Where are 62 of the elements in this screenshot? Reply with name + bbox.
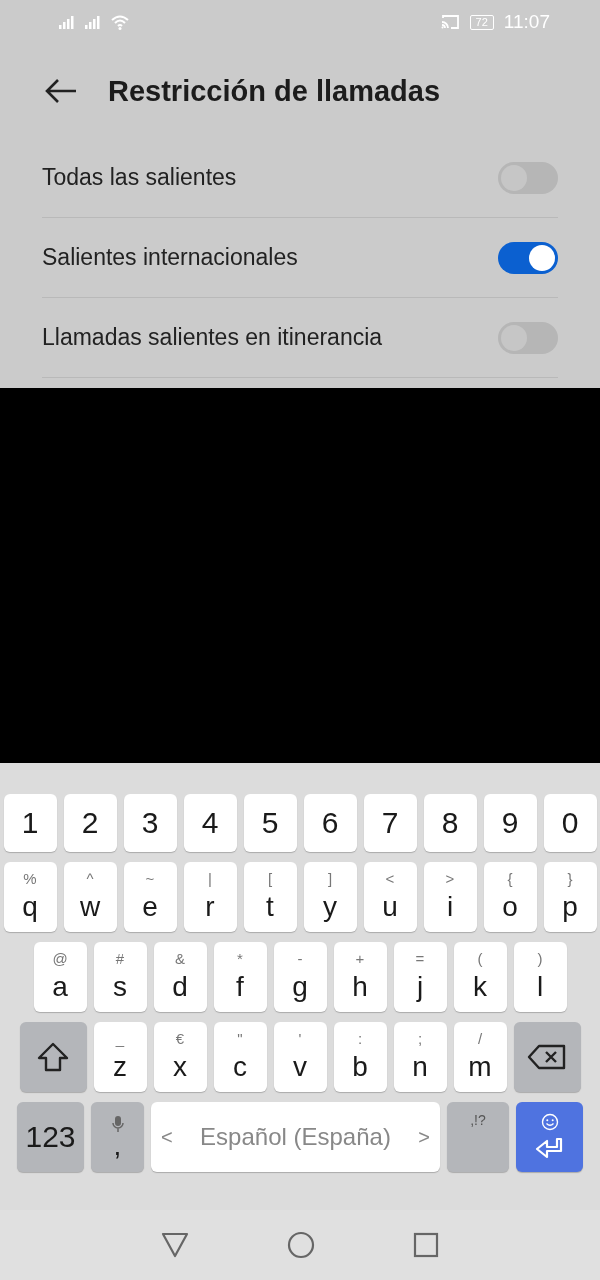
punctuation-key[interactable]: ,!?: [447, 1102, 509, 1172]
keyboard-key[interactable]: = j: [393, 942, 447, 1012]
keyboard-key[interactable]: / m: [453, 1022, 507, 1092]
microphone-icon: [111, 1115, 124, 1133]
keyboard-key[interactable]: - g: [273, 942, 327, 1012]
keyboard-key[interactable]: < u: [363, 862, 417, 932]
previous-language-arrow[interactable]: <: [161, 1125, 173, 1149]
setting-label: Todas las salientes: [42, 164, 237, 191]
keyboard-key[interactable]: 8: [423, 794, 477, 852]
keyboard-key[interactable]: 5: [243, 794, 297, 852]
keyboard-key[interactable]: 7: [363, 794, 417, 852]
next-language-arrow[interactable]: >: [418, 1125, 430, 1149]
backspace-key[interactable]: [513, 1022, 581, 1092]
enter-key[interactable]: [516, 1102, 583, 1172]
symbols-key[interactable]: 123: [17, 1102, 84, 1172]
keyboard-key[interactable]: { o: [483, 862, 537, 932]
keyboard-key[interactable]: 3: [123, 794, 177, 852]
keyboard-key[interactable]: 0: [543, 794, 597, 852]
keyboard-key[interactable]: * f: [213, 942, 267, 1012]
keyboard-key[interactable]: " c: [213, 1022, 267, 1092]
keyboard-key[interactable]: 6: [303, 794, 357, 852]
keyboard-key[interactable]: ] y: [303, 862, 357, 932]
shift-icon: [36, 1042, 70, 1072]
keyboard-key[interactable]: € x: [153, 1022, 207, 1092]
smiley-icon: [540, 1113, 559, 1131]
keyboard-key[interactable]: 2: [63, 794, 117, 852]
keyboard-key[interactable]: + h: [333, 942, 387, 1012]
keyboard-key[interactable]: > i: [423, 862, 477, 932]
keyboard-key[interactable]: & d: [153, 942, 207, 1012]
keyboard-key[interactable]: 1: [3, 794, 57, 852]
keyboard-key[interactable]: ) l: [513, 942, 567, 1012]
space-bar[interactable]: < Español (España) >: [151, 1102, 440, 1172]
keyboard-key[interactable]: | r: [183, 862, 237, 932]
page-title: Restricción de llamadas: [108, 74, 441, 108]
keyboard-key[interactable]: ; n: [393, 1022, 447, 1092]
back-arrow-icon[interactable]: [44, 78, 78, 104]
cast-icon: [439, 14, 460, 30]
keyboard-key[interactable]: _ z: [93, 1022, 147, 1092]
keyboard-key[interactable]: % q: [3, 862, 57, 932]
comma-key[interactable]: ,: [91, 1102, 144, 1172]
keyboard-key[interactable]: @ a: [33, 942, 87, 1012]
backspace-icon: [527, 1044, 567, 1070]
keyboard-key[interactable]: ^ w: [63, 862, 117, 932]
keyboard-key[interactable]: ~ e: [123, 862, 177, 932]
toggle-switch[interactable]: [498, 241, 558, 274]
keyboard-key[interactable]: # s: [93, 942, 147, 1012]
shift-key[interactable]: [19, 1022, 87, 1092]
keyboard-key[interactable]: [ t: [243, 862, 297, 932]
keyboard-key[interactable]: 9: [483, 794, 537, 852]
setting-label: Llamadas salientes en itinerancia: [42, 324, 383, 351]
setting-label: Salientes internacionales: [42, 244, 298, 271]
wifi-icon: [110, 14, 130, 30]
keyboard-key[interactable]: : b: [333, 1022, 387, 1092]
keyboard-key[interactable]: 4: [183, 794, 237, 852]
enter-icon: [534, 1137, 565, 1161]
keyboard-key[interactable]: } p: [543, 862, 597, 932]
language-label: Español (España): [200, 1123, 391, 1151]
back-icon[interactable]: [161, 1232, 189, 1258]
keyboard-key[interactable]: ' v: [273, 1022, 327, 1092]
recents-icon[interactable]: [413, 1232, 439, 1258]
home-icon[interactable]: [287, 1231, 315, 1259]
keyboard-key[interactable]: ( k: [453, 942, 507, 1012]
